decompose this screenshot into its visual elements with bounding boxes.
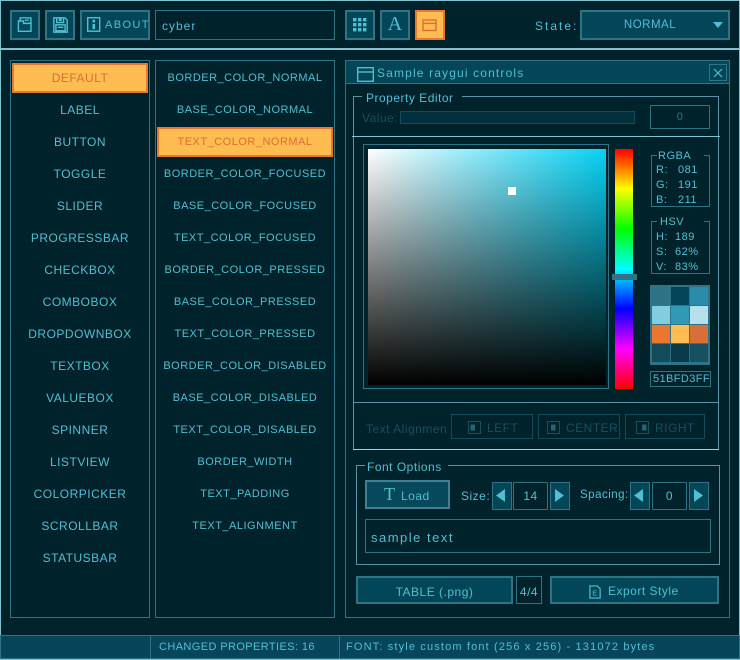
svg-text:E: E <box>592 588 597 597</box>
